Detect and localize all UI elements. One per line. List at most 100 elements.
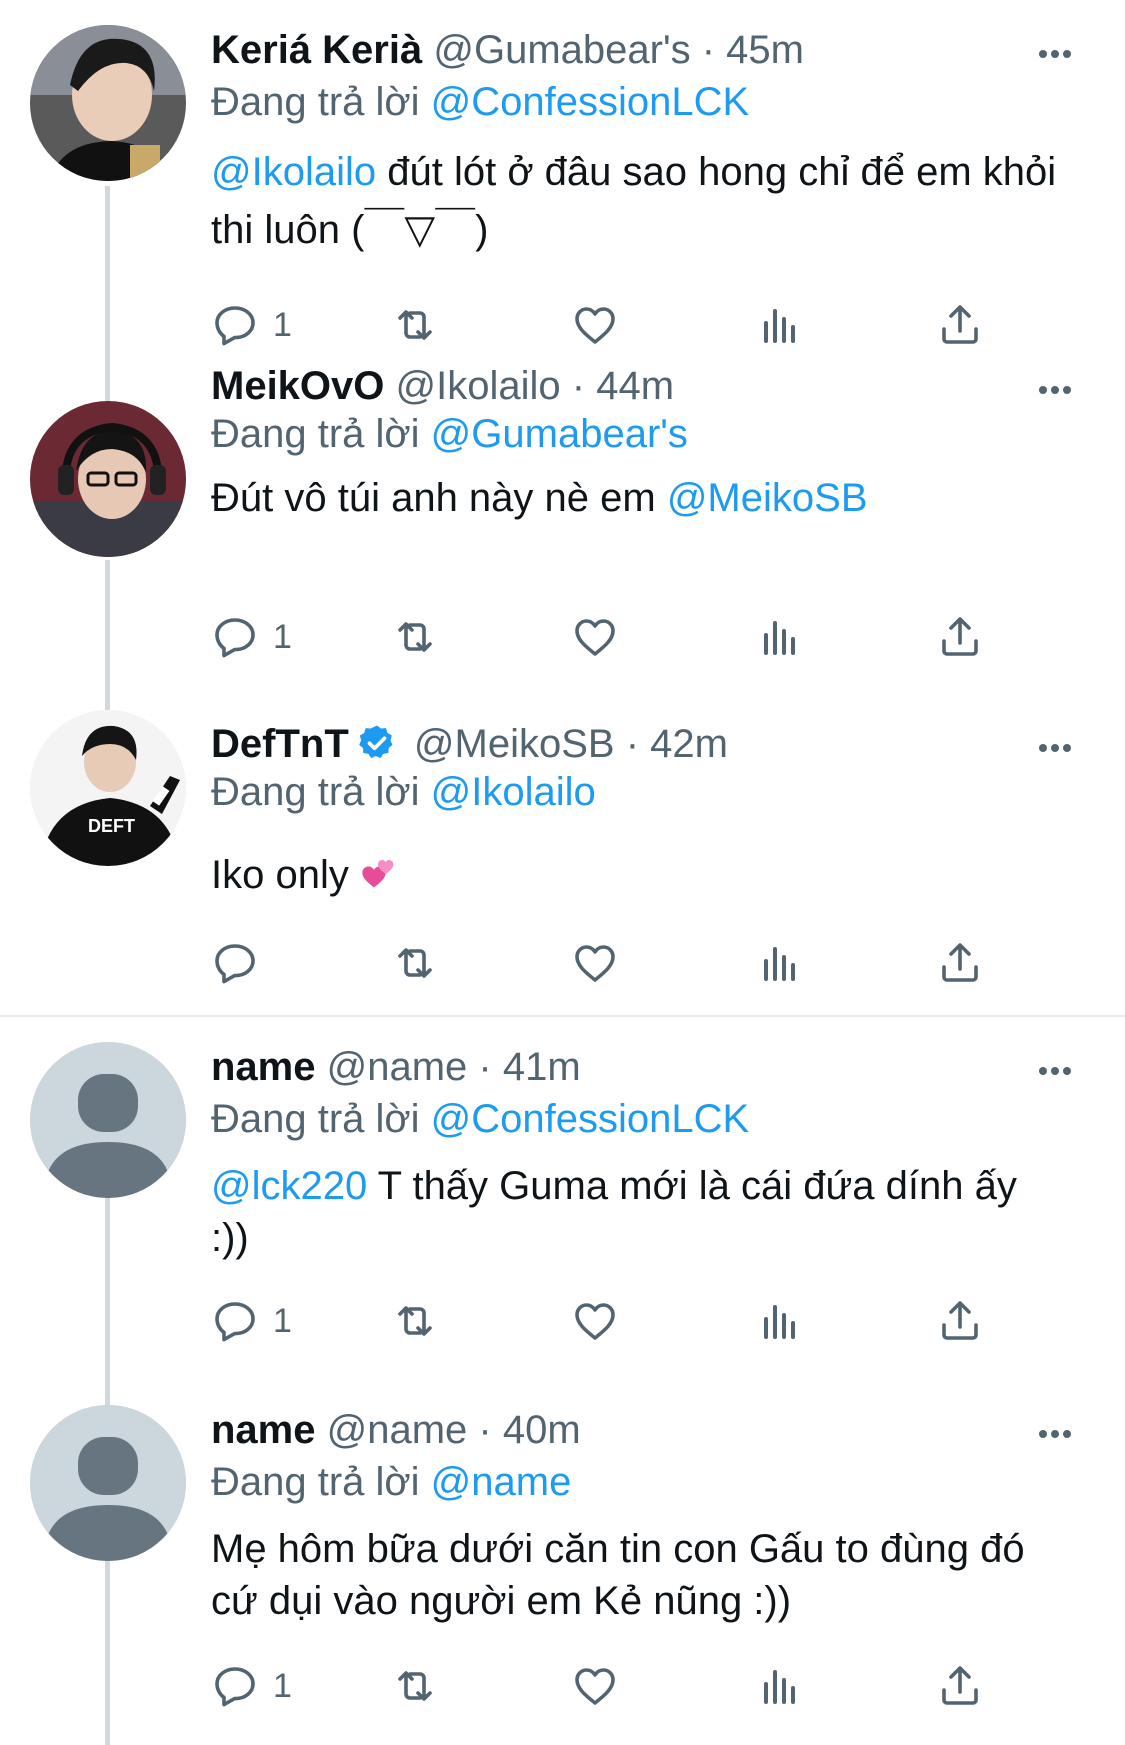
reply-to-link[interactable]: @Gumabear's	[431, 412, 688, 456]
reply-button[interactable]: 1	[211, 297, 292, 353]
share-button[interactable]	[936, 935, 984, 991]
display-name[interactable]: MeikOvO	[211, 364, 384, 408]
retweet-button[interactable]	[391, 935, 439, 991]
user-handle[interactable]: @name	[327, 1045, 468, 1089]
retweet-button[interactable]	[391, 1293, 439, 1349]
user-handle[interactable]: @Ikolailo	[396, 364, 561, 408]
display-name[interactable]: Keriá Kerià	[211, 28, 422, 72]
share-button[interactable]	[936, 297, 984, 353]
display-name[interactable]: name	[211, 1408, 316, 1452]
heart-icon	[575, 307, 615, 344]
reply-icon	[215, 618, 255, 658]
tweet-header: DefTnT @MeikoSB · 42m	[211, 720, 728, 768]
mention-link[interactable]: @MeikoSB	[667, 476, 868, 520]
reply-count: 1	[273, 617, 292, 656]
heart-icon	[575, 945, 615, 982]
reply-to-link[interactable]: @Ikolailo	[431, 770, 596, 814]
replying-to: Đang trả lời @ConfessionLCK	[211, 78, 749, 126]
timestamp[interactable]: 42m	[650, 722, 728, 766]
tweet[interactable]: MeikOvO @Ikolailo · 44m Đang trả lời @Gu…	[0, 364, 1125, 706]
retweet-button[interactable]	[391, 1658, 439, 1714]
analytics-icon	[764, 947, 795, 981]
reply-to-link[interactable]: @name	[431, 1460, 572, 1504]
retweet-icon	[398, 310, 432, 340]
mention-link[interactable]: @lck220	[211, 1164, 367, 1208]
like-button[interactable]	[571, 609, 619, 665]
analytics-icon	[764, 621, 795, 655]
reply-icon	[215, 306, 255, 346]
tweet[interactable]: Keriá Kerià @Gumabear's · 45m Đang trả l…	[0, 0, 1125, 380]
reply-button[interactable]	[211, 935, 259, 991]
views-button[interactable]	[756, 609, 804, 665]
default-avatar-icon	[30, 1405, 186, 1561]
photo-deft-icon: DEFT	[30, 710, 186, 866]
reply-button[interactable]: 1	[211, 1658, 292, 1714]
separator: ·	[571, 364, 586, 408]
tweet[interactable]: DEFT DefTnT @MeikoSB · 42m Đang trả lời …	[0, 690, 1125, 1015]
replying-to-label: Đang trả lời	[211, 412, 420, 456]
avatar[interactable]	[30, 25, 186, 181]
share-button[interactable]	[936, 609, 984, 665]
tweet-header: MeikOvO @Ikolailo · 44m	[211, 362, 674, 410]
reply-icon	[215, 1302, 255, 1342]
like-button[interactable]	[571, 297, 619, 353]
share-button[interactable]	[936, 1293, 984, 1349]
reply-to-link[interactable]: @ConfessionLCK	[431, 80, 750, 124]
timestamp[interactable]: 45m	[726, 28, 804, 72]
heart-icon	[575, 1303, 615, 1340]
tweet-header: name @name · 40m	[211, 1406, 581, 1454]
reply-to-link[interactable]: @ConfessionLCK	[431, 1097, 750, 1141]
retweet-button[interactable]	[391, 609, 439, 665]
tweet[interactable]: name @name · 41m Đang trả lời @Confessio…	[0, 1017, 1125, 1362]
tweet-text: @Ikolailo đút lót ở đâu sao hong chỉ để …	[211, 143, 1061, 259]
display-name[interactable]: name	[211, 1045, 316, 1089]
tweet-header: name @name · 41m	[211, 1043, 581, 1091]
retweet-icon	[398, 622, 432, 652]
reply-count: 1	[273, 1666, 292, 1705]
timestamp[interactable]: 41m	[503, 1045, 581, 1089]
timestamp[interactable]: 40m	[503, 1408, 581, 1452]
avatar[interactable]: DEFT	[30, 710, 186, 866]
two-hearts-emoji	[362, 860, 394, 888]
views-button[interactable]	[756, 935, 804, 991]
like-button[interactable]	[571, 1658, 619, 1714]
retweet-icon	[398, 948, 432, 978]
tweet[interactable]: name @name · 40m Đang trả lời @name Mẹ h…	[0, 1380, 1125, 1745]
like-button[interactable]	[571, 1293, 619, 1349]
separator: ·	[701, 28, 716, 72]
views-button[interactable]	[756, 1658, 804, 1714]
more-options-icon[interactable]	[1037, 366, 1073, 411]
display-name[interactable]: DefTnT	[211, 722, 349, 766]
replying-to: Đang trả lời @ConfessionLCK	[211, 1095, 749, 1143]
share-button[interactable]	[936, 1658, 984, 1714]
action-bar	[211, 935, 1011, 991]
more-options-icon[interactable]	[1037, 30, 1073, 75]
more-options-icon[interactable]	[1037, 1047, 1073, 1092]
user-handle[interactable]: @name	[327, 1408, 468, 1452]
photo-meiko-icon	[30, 401, 186, 557]
more-options-icon[interactable]	[1037, 724, 1073, 769]
like-button[interactable]	[571, 935, 619, 991]
default-avatar-icon	[30, 1042, 186, 1198]
timestamp[interactable]: 44m	[596, 364, 674, 408]
retweet-button[interactable]	[391, 297, 439, 353]
avatar[interactable]	[30, 1405, 186, 1561]
replying-to: Đang trả lời @name	[211, 1458, 571, 1506]
mention-link[interactable]: @Ikolailo	[211, 150, 376, 194]
verified-badge-icon	[358, 725, 393, 758]
replying-to-label: Đang trả lời	[211, 1460, 420, 1504]
reply-button[interactable]: 1	[211, 609, 292, 665]
tweet-header: Keriá Kerià @Gumabear's · 45m	[211, 26, 804, 74]
analytics-icon	[764, 1670, 795, 1704]
reply-button[interactable]: 1	[211, 1293, 292, 1349]
user-handle[interactable]: @Gumabear's	[433, 28, 690, 72]
more-options-icon[interactable]	[1037, 1410, 1073, 1455]
tweet-text-content: Đút vô túi anh này nè em	[211, 476, 667, 520]
avatar[interactable]	[30, 1042, 186, 1198]
user-handle[interactable]: @MeikoSB	[414, 722, 615, 766]
heart-icon	[575, 619, 615, 656]
avatar[interactable]	[30, 401, 186, 557]
views-button[interactable]	[756, 297, 804, 353]
views-button[interactable]	[756, 1293, 804, 1349]
tweet-text-content: Iko only	[211, 853, 349, 897]
